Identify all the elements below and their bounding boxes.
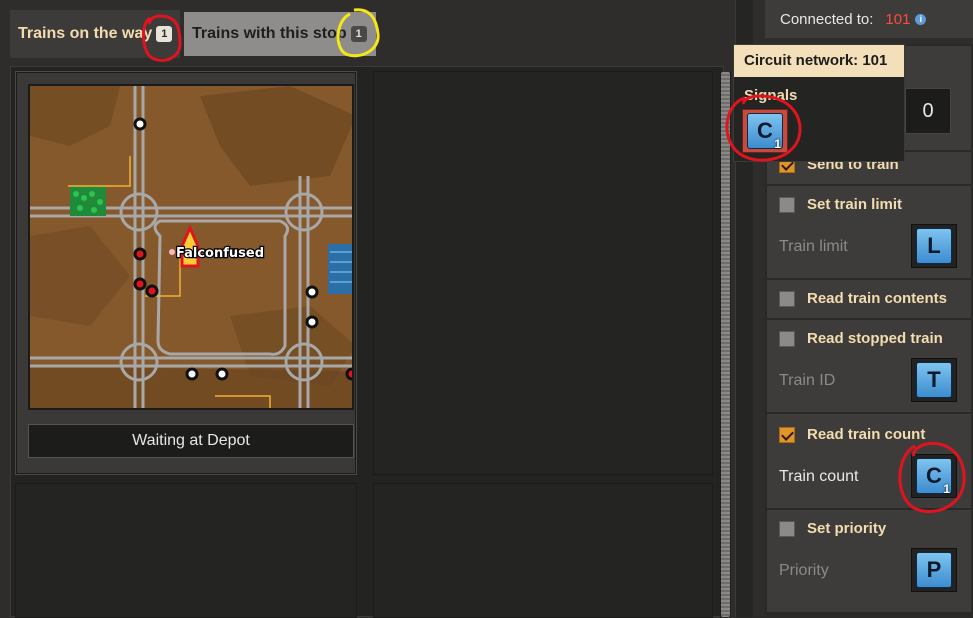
train-id-label: Train ID [779,372,836,389]
train-list: Falconfused Waiting at Depot [10,66,724,618]
minimap-image: Falconfused [30,86,352,408]
set-priority-label: Set priority [807,520,887,537]
empty-train-slot [15,483,357,618]
read-train-contents-option[interactable]: Read train contents [779,290,947,307]
train-count-signal-button[interactable]: C 1 [911,454,957,498]
signal-count: 1 [774,137,781,151]
constant-value-field[interactable]: 0 [905,88,951,134]
train-limit-label: Train limit [779,238,848,255]
tooltip-title: Circuit network: 101 [734,45,904,77]
connected-label: Connected to: [780,10,874,28]
read-train-count-label: Read train count [807,426,926,443]
read-train-count-checkbox[interactable] [779,426,795,443]
signal-c-icon: C 1 [916,458,952,496]
network-id: 101 [885,10,911,28]
priority-signal-button[interactable]: P [911,548,957,592]
train-count-label: Train count [779,468,859,485]
tab-label: Trains on the way [18,25,153,42]
connection-status: Connected to: 101 i [765,0,973,38]
read-train-contents-row: Read train contents [767,280,971,318]
read-train-contents-label: Read train contents [807,290,948,307]
train-stop-panel: Trains on the way 1 Trains with this sto… [0,0,735,618]
signal-count: 1 [943,482,950,496]
empty-train-slot [373,71,713,475]
train-limit-signal-button[interactable]: L [911,224,957,268]
train-minimap[interactable]: Falconfused [28,84,354,410]
read-stopped-train-option[interactable]: Read stopped train [779,330,943,347]
read-stopped-train-row: Read stopped train Train ID T [767,320,971,412]
info-icon[interactable]: i [915,13,927,25]
tooltip-signal-slot: C 1 [742,109,788,153]
tab-trains-on-the-way[interactable]: Trains on the way 1 [10,10,180,58]
read-stopped-train-label: Read stopped train [807,330,943,347]
priority-label: Priority [779,562,829,579]
read-train-count-row: Read train count Train count C 1 [767,414,971,508]
set-priority-row: Set priority Priority P [767,510,971,612]
train-map-label: Falconfused [176,246,264,261]
train-list-scrollbar[interactable] [720,72,731,617]
set-train-limit-option[interactable]: Set train limit [779,196,902,213]
train-card[interactable]: Falconfused Waiting at Depot [15,71,357,475]
set-priority-option[interactable]: Set priority [779,520,886,537]
tab-count-badge: 1 [350,26,367,42]
scrollbar-thumb[interactable] [721,72,730,617]
read-train-count-option[interactable]: Read train count [779,426,925,443]
set-train-limit-checkbox[interactable] [779,196,795,213]
signal-c-icon: C 1 [747,113,783,151]
read-train-contents-checkbox[interactable] [779,290,795,307]
tab-label: Trains with this stop [192,25,347,42]
train-status: Waiting at Depot [28,424,354,458]
tooltip-signals-label: Signals [744,87,798,104]
set-train-limit-row: Set train limit Train limit L [767,186,971,278]
set-priority-checkbox[interactable] [779,520,795,537]
empty-train-slot [373,483,713,618]
set-train-limit-label: Set train limit [807,196,903,213]
signal-t-icon: T [916,362,952,398]
circuit-network-tooltip: Circuit network: 101 Signals C 1 [733,44,905,162]
tab-trains-with-this-stop[interactable]: Trains with this stop 1 [184,12,376,56]
read-stopped-train-checkbox[interactable] [779,330,795,347]
signal-l-icon: L [916,228,952,264]
train-id-signal-button[interactable]: T [911,358,957,402]
signal-p-icon: P [916,552,952,588]
tab-count-badge: 1 [156,26,173,42]
